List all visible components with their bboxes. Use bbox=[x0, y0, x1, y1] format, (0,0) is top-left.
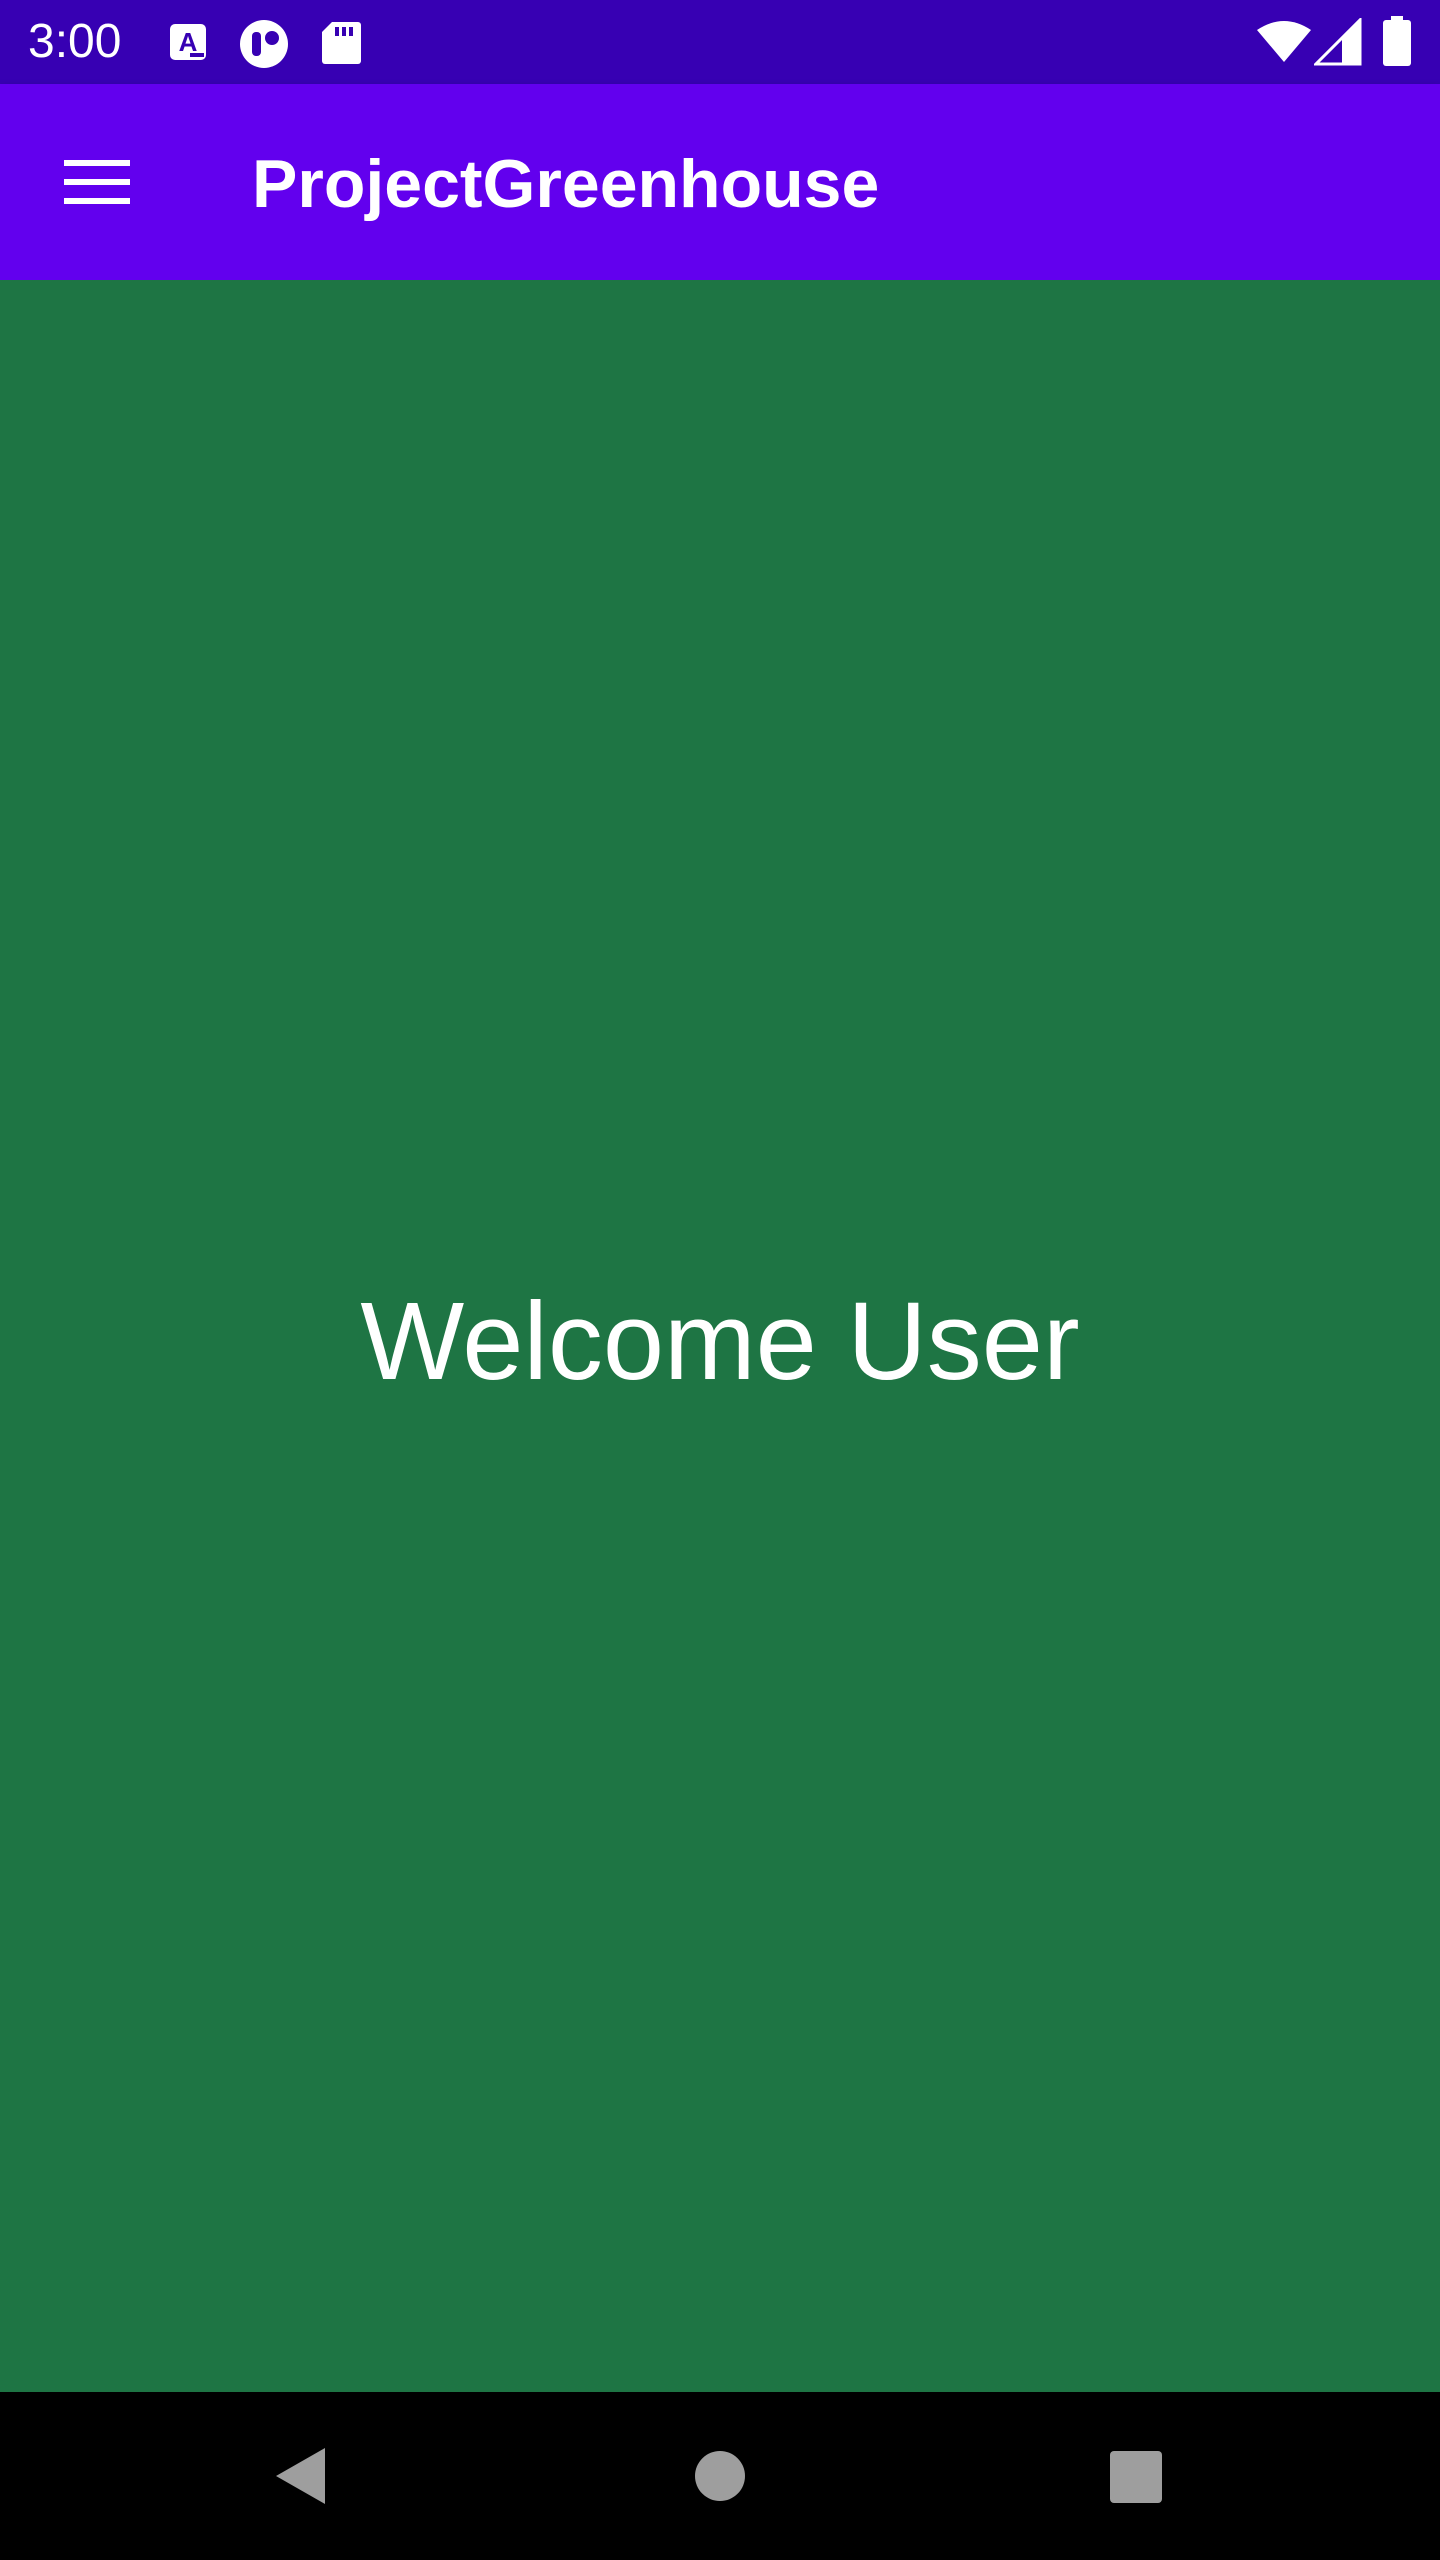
app-bar: ProjectGreenhouse bbox=[0, 84, 1440, 280]
welcome-text: Welcome User bbox=[360, 1280, 1080, 1403]
back-icon[interactable] bbox=[250, 2426, 350, 2526]
sim-notification-icon bbox=[238, 18, 290, 68]
main-content: Welcome User bbox=[0, 280, 1440, 2392]
svg-text:A: A bbox=[179, 27, 198, 57]
status-bar: 3:00 A bbox=[0, 0, 1440, 84]
wifi-icon bbox=[1256, 20, 1312, 68]
home-icon[interactable] bbox=[670, 2426, 770, 2526]
text-notification-icon: A bbox=[168, 22, 208, 70]
sd-card-icon bbox=[320, 20, 362, 68]
hamburger-menu-icon[interactable] bbox=[40, 134, 136, 230]
app-title: ProjectGreenhouse bbox=[252, 146, 880, 222]
app-screen: 3:00 A ProjectGreenhouse Welcome User bbox=[0, 0, 1440, 2560]
battery-icon bbox=[1382, 16, 1412, 66]
cellular-signal-icon bbox=[1312, 16, 1362, 66]
recents-icon[interactable] bbox=[1085, 2426, 1185, 2526]
status-time: 3:00 bbox=[28, 15, 122, 68]
navigation-bar bbox=[0, 2392, 1440, 2560]
